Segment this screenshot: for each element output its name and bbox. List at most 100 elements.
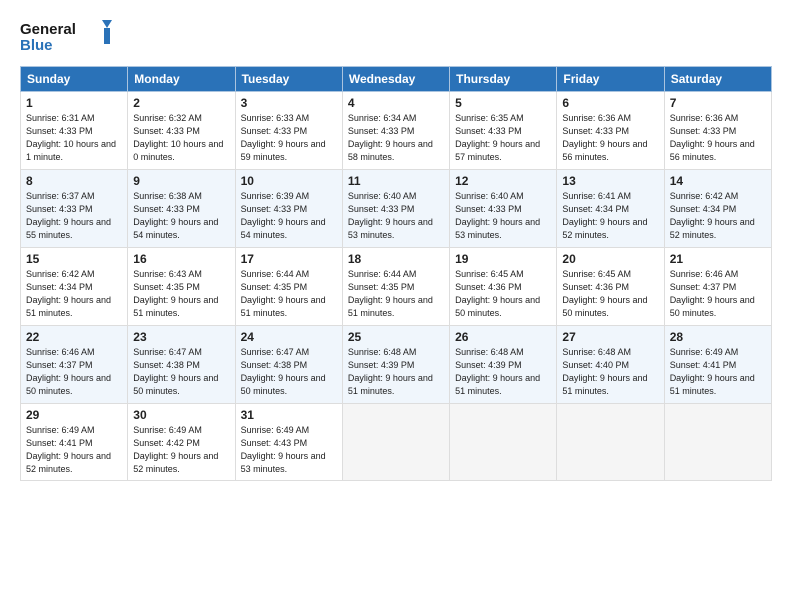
calendar-cell: 18Sunrise: 6:44 AMSunset: 4:35 PMDayligh… (342, 248, 449, 326)
calendar-cell: 30 Sunrise: 6:49 AMSunset: 4:42 PMDayligh… (128, 404, 235, 481)
calendar-table: SundayMondayTuesdayWednesdayThursdayFrid… (20, 66, 772, 481)
day-info: Sunrise: 6:46 AMSunset: 4:37 PMDaylight:… (670, 268, 766, 320)
day-number: 14 (670, 174, 766, 188)
day-info: Sunrise: 6:41 AMSunset: 4:34 PMDaylight:… (562, 190, 658, 242)
day-number: 22 (26, 330, 122, 344)
day-number: 9 (133, 174, 229, 188)
day-number: 26 (455, 330, 551, 344)
calendar-cell: 21 Sunrise: 6:46 AMSunset: 4:37 PMDayligh… (664, 248, 771, 326)
calendar-cell: 5 Sunrise: 6:35 AMSunset: 4:33 PMDaylight… (450, 92, 557, 170)
day-info: Sunrise: 6:33 AMSunset: 4:33 PMDaylight:… (241, 112, 337, 164)
day-info: Sunrise: 6:36 AMSunset: 4:33 PMDaylight:… (562, 112, 658, 164)
calendar-cell: 6 Sunrise: 6:36 AMSunset: 4:33 PMDaylight… (557, 92, 664, 170)
day-info: Sunrise: 6:35 AMSunset: 4:33 PMDaylight:… (455, 112, 551, 164)
calendar-cell: 9 Sunrise: 6:38 AMSunset: 4:33 PMDaylight… (128, 170, 235, 248)
calendar-cell: 28 Sunrise: 6:49 AMSunset: 4:41 PMDayligh… (664, 326, 771, 404)
calendar-cell (557, 404, 664, 481)
calendar-cell: 17Sunrise: 6:44 AMSunset: 4:35 PMDayligh… (235, 248, 342, 326)
day-info: Sunrise: 6:40 AMSunset: 4:33 PMDaylight:… (455, 190, 551, 242)
week-row-1: 1 Sunrise: 6:31 AMSunset: 4:33 PMDaylight… (21, 92, 772, 170)
day-number: 3 (241, 96, 337, 110)
day-info: Sunrise: 6:39 AMSunset: 4:33 PMDaylight:… (241, 190, 337, 242)
day-info: Sunrise: 6:49 AMSunset: 4:41 PMDaylight:… (26, 424, 122, 476)
day-number: 31 (241, 408, 337, 422)
day-info: Sunrise: 6:38 AMSunset: 4:33 PMDaylight:… (133, 190, 229, 242)
calendar-cell: 13 Sunrise: 6:41 AMSunset: 4:34 PMDayligh… (557, 170, 664, 248)
calendar-cell: 19Sunrise: 6:45 AMSunset: 4:36 PMDayligh… (450, 248, 557, 326)
day-number: 20 (562, 252, 658, 266)
day-info: Sunrise: 6:48 AMSunset: 4:40 PMDaylight:… (562, 346, 658, 398)
day-number: 23 (133, 330, 229, 344)
day-info: Sunrise: 6:37 AMSunset: 4:33 PMDaylight:… (26, 190, 122, 242)
svg-text:General: General (20, 21, 76, 38)
calendar-cell: 23 Sunrise: 6:47 AMSunset: 4:38 PMDayligh… (128, 326, 235, 404)
calendar-cell: 27Sunrise: 6:48 AMSunset: 4:40 PMDayligh… (557, 326, 664, 404)
calendar-cell: 20 Sunrise: 6:45 AMSunset: 4:36 PMDayligh… (557, 248, 664, 326)
day-info: Sunrise: 6:48 AMSunset: 4:39 PMDaylight:… (348, 346, 444, 398)
calendar-cell: 7Sunrise: 6:36 AMSunset: 4:33 PMDaylight… (664, 92, 771, 170)
calendar-cell: 24Sunrise: 6:47 AMSunset: 4:38 PMDayligh… (235, 326, 342, 404)
weekday-header-monday: Monday (128, 67, 235, 92)
weekday-header-sunday: Sunday (21, 67, 128, 92)
calendar-cell: 15 Sunrise: 6:42 AMSunset: 4:34 PMDayligh… (21, 248, 128, 326)
day-number: 11 (348, 174, 444, 188)
day-number: 10 (241, 174, 337, 188)
calendar-cell: 26 Sunrise: 6:48 AMSunset: 4:39 PMDayligh… (450, 326, 557, 404)
calendar-cell: 31 Sunrise: 6:49 AMSunset: 4:43 PMDayligh… (235, 404, 342, 481)
day-number: 4 (348, 96, 444, 110)
calendar-cell: 16Sunrise: 6:43 AMSunset: 4:35 PMDayligh… (128, 248, 235, 326)
weekday-header-tuesday: Tuesday (235, 67, 342, 92)
day-info: Sunrise: 6:40 AMSunset: 4:33 PMDaylight:… (348, 190, 444, 242)
week-row-3: 15 Sunrise: 6:42 AMSunset: 4:34 PMDayligh… (21, 248, 772, 326)
day-info: Sunrise: 6:32 AMSunset: 4:33 PMDaylight:… (133, 112, 229, 164)
day-info: Sunrise: 6:47 AMSunset: 4:38 PMDaylight:… (133, 346, 229, 398)
day-info: Sunrise: 6:36 AMSunset: 4:33 PMDaylight:… (670, 112, 766, 164)
header: General Blue (20, 18, 772, 56)
day-number: 1 (26, 96, 122, 110)
day-number: 15 (26, 252, 122, 266)
day-number: 18 (348, 252, 444, 266)
day-number: 8 (26, 174, 122, 188)
day-number: 28 (670, 330, 766, 344)
day-number: 30 (133, 408, 229, 422)
calendar-cell: 22 Sunrise: 6:46 AMSunset: 4:37 PMDayligh… (21, 326, 128, 404)
day-info: Sunrise: 6:42 AMSunset: 4:34 PMDaylight:… (670, 190, 766, 242)
calendar-cell: 8 Sunrise: 6:37 AMSunset: 4:33 PMDaylight… (21, 170, 128, 248)
day-info: Sunrise: 6:49 AMSunset: 4:42 PMDaylight:… (133, 424, 229, 476)
day-info: Sunrise: 6:34 AMSunset: 4:33 PMDaylight:… (348, 112, 444, 164)
day-info: Sunrise: 6:46 AMSunset: 4:37 PMDaylight:… (26, 346, 122, 398)
day-info: Sunrise: 6:49 AMSunset: 4:43 PMDaylight:… (241, 424, 337, 476)
day-info: Sunrise: 6:31 AMSunset: 4:33 PMDaylight:… (26, 112, 122, 164)
day-number: 6 (562, 96, 658, 110)
logo: General Blue (20, 18, 120, 56)
weekday-header-row: SundayMondayTuesdayWednesdayThursdayFrid… (21, 67, 772, 92)
weekday-header-friday: Friday (557, 67, 664, 92)
calendar-cell: 3 Sunrise: 6:33 AMSunset: 4:33 PMDaylight… (235, 92, 342, 170)
day-number: 19 (455, 252, 551, 266)
week-row-4: 22 Sunrise: 6:46 AMSunset: 4:37 PMDayligh… (21, 326, 772, 404)
calendar-cell: 11 Sunrise: 6:40 AMSunset: 4:33 PMDayligh… (342, 170, 449, 248)
calendar-cell: 2Sunrise: 6:32 AMSunset: 4:33 PMDaylight… (128, 92, 235, 170)
day-info: Sunrise: 6:45 AMSunset: 4:36 PMDaylight:… (562, 268, 658, 320)
calendar-cell: 10 Sunrise: 6:39 AMSunset: 4:33 PMDayligh… (235, 170, 342, 248)
svg-text:Blue: Blue (20, 37, 53, 54)
calendar-cell: 25Sunrise: 6:48 AMSunset: 4:39 PMDayligh… (342, 326, 449, 404)
day-info: Sunrise: 6:49 AMSunset: 4:41 PMDaylight:… (670, 346, 766, 398)
day-info: Sunrise: 6:48 AMSunset: 4:39 PMDaylight:… (455, 346, 551, 398)
day-info: Sunrise: 6:42 AMSunset: 4:34 PMDaylight:… (26, 268, 122, 320)
day-number: 13 (562, 174, 658, 188)
calendar-cell: 12 Sunrise: 6:40 AMSunset: 4:33 PMDayligh… (450, 170, 557, 248)
weekday-header-wednesday: Wednesday (342, 67, 449, 92)
weekday-header-thursday: Thursday (450, 67, 557, 92)
day-number: 29 (26, 408, 122, 422)
calendar-cell: 1 Sunrise: 6:31 AMSunset: 4:33 PMDaylight… (21, 92, 128, 170)
calendar-cell (342, 404, 449, 481)
calendar-cell (450, 404, 557, 481)
week-row-5: 29 Sunrise: 6:49 AMSunset: 4:41 PMDayligh… (21, 404, 772, 481)
calendar-cell: 14 Sunrise: 6:42 AMSunset: 4:34 PMDayligh… (664, 170, 771, 248)
weekday-header-saturday: Saturday (664, 67, 771, 92)
day-number: 21 (670, 252, 766, 266)
day-number: 12 (455, 174, 551, 188)
week-row-2: 8 Sunrise: 6:37 AMSunset: 4:33 PMDaylight… (21, 170, 772, 248)
day-number: 5 (455, 96, 551, 110)
